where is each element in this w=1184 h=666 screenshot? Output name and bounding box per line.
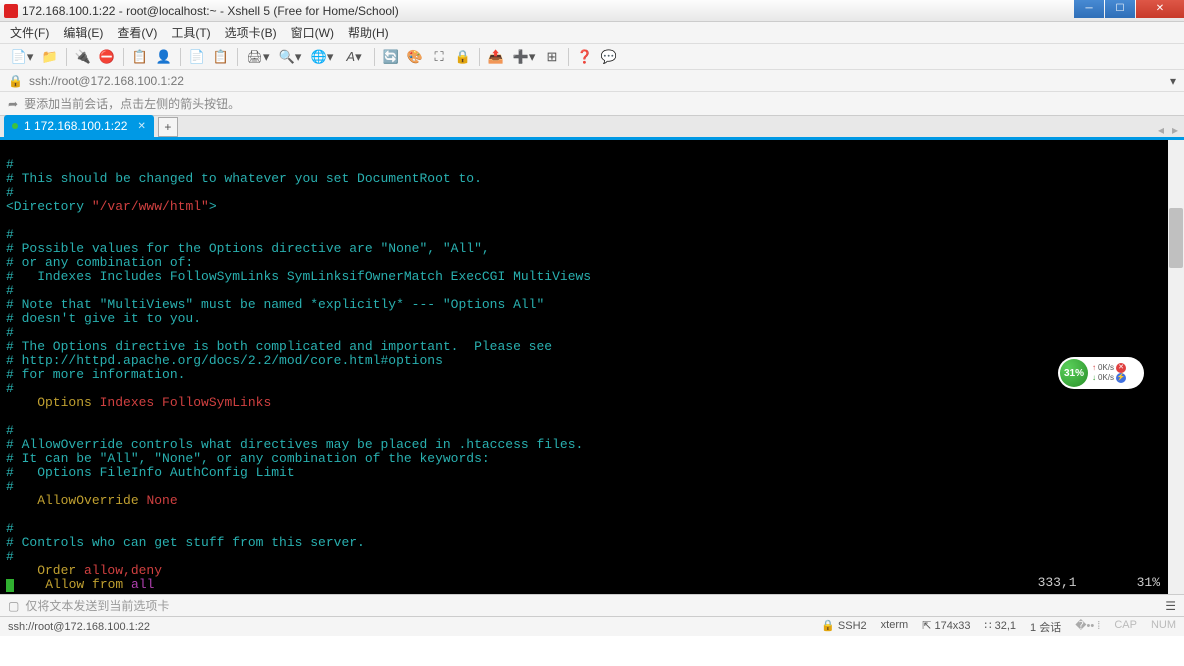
vim-position: 333,1 xyxy=(1038,576,1077,590)
network-widget[interactable]: 31% ↑ 0K/s ✕ ↓ 0K/s ⚡ xyxy=(1058,357,1144,389)
status-cursor: ∷ 32,1 xyxy=(985,619,1016,635)
transfer-button[interactable]: 📤 xyxy=(486,47,506,67)
tip-text: 要添加当前会话，点击左侧的箭头按钮。 xyxy=(24,95,240,112)
menu-view[interactable]: 查看(V) xyxy=(117,24,157,41)
separator xyxy=(180,48,181,66)
lock-icon: 🔒 xyxy=(8,74,23,88)
find-button[interactable]: 🔍▾ xyxy=(276,47,304,67)
addressbar: 🔒 ssh://root@172.168.100.1:22 ▾ xyxy=(0,70,1184,92)
status-sessions: 1 会话 xyxy=(1030,619,1061,635)
tabbar: 1 172.168.100.1:22 ✕ + ◂ ▸ xyxy=(0,116,1184,140)
menu-edit[interactable]: 编辑(E) xyxy=(63,24,103,41)
separator xyxy=(237,48,238,66)
tab-label: 1 172.168.100.1:22 xyxy=(24,119,127,133)
separator xyxy=(568,48,569,66)
window-controls: ─ ☐ ✕ xyxy=(1074,0,1184,18)
status-cap: CAP xyxy=(1114,619,1137,635)
separator xyxy=(374,48,375,66)
status-size: ⇱ 174x33 xyxy=(922,619,970,635)
copy-button[interactable]: 📄 xyxy=(187,47,207,67)
disconnect-button[interactable]: ⛔ xyxy=(97,47,117,67)
menu-tab[interactable]: 选项卡(B) xyxy=(225,24,277,41)
status-term: xterm xyxy=(881,619,909,635)
font-button[interactable]: A▾ xyxy=(340,47,368,67)
script-button[interactable]: ➕▾ xyxy=(510,47,538,67)
tab-next-icon[interactable]: ▸ xyxy=(1172,123,1178,137)
separator xyxy=(66,48,67,66)
terminal[interactable]: ## This should be changed to whatever yo… xyxy=(0,140,1184,594)
layout-button[interactable]: ⊞ xyxy=(542,47,562,67)
menubar: 文件(F) 编辑(E) 查看(V) 工具(T) 选项卡(B) 窗口(W) 帮助(… xyxy=(0,22,1184,44)
minimize-button[interactable]: ─ xyxy=(1074,0,1104,18)
terminal-scrollbar[interactable] xyxy=(1168,140,1184,594)
help-button[interactable]: ❓ xyxy=(575,47,595,67)
address-dropdown[interactable]: ▾ xyxy=(1170,74,1176,88)
separator xyxy=(123,48,124,66)
menu-help[interactable]: 帮助(H) xyxy=(348,24,389,41)
input-icon: ▢ xyxy=(8,599,19,613)
new-session-button[interactable]: 📄▾ xyxy=(8,47,36,67)
refresh-button[interactable]: 🔄 xyxy=(381,47,401,67)
inputbar: ▢ 仅将文本发送到当前选项卡 ☰ xyxy=(0,594,1184,616)
color-button[interactable]: 🎨 xyxy=(405,47,425,67)
status-connection: ssh://root@172.168.100.1:22 xyxy=(8,621,150,633)
status-num: NUM xyxy=(1151,619,1176,635)
terminal-vim-status: 333,1 31% xyxy=(1038,576,1160,590)
paste-button[interactable]: 📋 xyxy=(211,47,231,67)
open-button[interactable]: 📁 xyxy=(40,47,60,67)
scrollbar-thumb[interactable] xyxy=(1169,208,1183,268)
input-menu-icon[interactable]: ☰ xyxy=(1165,599,1176,613)
tab-nav: ◂ ▸ xyxy=(1158,123,1178,137)
toolbar: 📄▾ 📁 🔌 ⛔ 📋 👤 📄 📋 🖨▾ 🔍▾ 🌐▾ A▾ 🔄 🎨 ⛶ 🔒 📤 ➕… xyxy=(0,44,1184,70)
menu-file[interactable]: 文件(F) xyxy=(10,24,49,41)
tab-prev-icon[interactable]: ◂ xyxy=(1158,123,1164,137)
status-right: 🔒 SSH2 xterm ⇱ 174x33 ∷ 32,1 1 会话 �•• ⁞ … xyxy=(821,619,1176,635)
profile-button[interactable]: 👤 xyxy=(154,47,174,67)
lock-button[interactable]: 🔒 xyxy=(453,47,473,67)
tipbar: ➦ 要添加当前会话，点击左侧的箭头按钮。 xyxy=(0,92,1184,116)
encoding-button[interactable]: 🌐▾ xyxy=(308,47,336,67)
network-stats: ↑ 0K/s ✕ ↓ 0K/s ⚡ xyxy=(1088,363,1142,383)
session-tab[interactable]: 1 172.168.100.1:22 ✕ xyxy=(4,115,154,137)
statusbar: ssh://root@172.168.100.1:22 🔒 SSH2 xterm… xyxy=(0,616,1184,636)
status-ssh: 🔒 SSH2 xyxy=(821,619,867,635)
address-text[interactable]: ssh://root@172.168.100.1:22 xyxy=(29,74,184,88)
add-tab-button[interactable]: + xyxy=(158,117,178,137)
fullscreen-button[interactable]: ⛶ xyxy=(429,47,449,67)
input-placeholder[interactable]: 仅将文本发送到当前选项卡 xyxy=(25,597,169,614)
status-arrows[interactable]: �•• ⁞ xyxy=(1075,619,1100,635)
network-percent: 31% xyxy=(1060,359,1088,387)
tab-close-icon[interactable]: ✕ xyxy=(137,121,145,132)
maximize-button[interactable]: ☐ xyxy=(1105,0,1135,18)
menu-window[interactable]: 窗口(W) xyxy=(291,24,334,41)
window-title: 172.168.100.1:22 - root@localhost:~ - Xs… xyxy=(22,4,399,18)
chat-button[interactable]: 💬 xyxy=(599,47,619,67)
add-session-icon[interactable]: ➦ xyxy=(8,97,18,111)
vim-percent: 31% xyxy=(1137,576,1160,590)
app-icon xyxy=(4,4,18,18)
close-button[interactable]: ✕ xyxy=(1136,0,1184,18)
separator xyxy=(479,48,480,66)
reconnect-button[interactable]: 🔌 xyxy=(73,47,93,67)
menu-tools[interactable]: 工具(T) xyxy=(171,24,210,41)
connection-status-icon xyxy=(12,123,18,129)
print-button[interactable]: 🖨▾ xyxy=(244,47,272,67)
titlebar: 172.168.100.1:22 - root@localhost:~ - Xs… xyxy=(0,0,1184,22)
properties-button[interactable]: 📋 xyxy=(130,47,150,67)
